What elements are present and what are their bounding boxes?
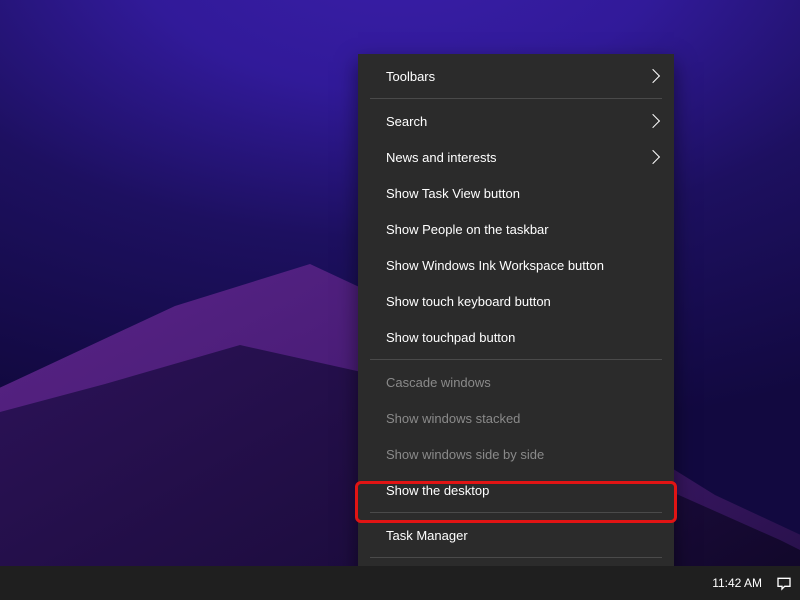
menu-item-label: Show Windows Ink Workspace button	[386, 258, 660, 273]
menu-item-label: Task Manager	[386, 528, 660, 543]
menu-item-label: Cascade windows	[386, 375, 660, 390]
menu-item-show-touch-keyboard[interactable]: Show touch keyboard button	[358, 283, 674, 319]
menu-separator	[370, 557, 662, 558]
taskbar[interactable]: 11:42 AM	[0, 566, 800, 600]
menu-item-show-stacked: Show windows stacked	[358, 400, 674, 436]
menu-item-show-ink-workspace[interactable]: Show Windows Ink Workspace button	[358, 247, 674, 283]
action-center-icon[interactable]	[776, 575, 792, 591]
desktop[interactable]: Toolbars Search News and interests Show …	[0, 0, 800, 600]
chevron-right-icon	[646, 69, 660, 83]
menu-separator	[370, 359, 662, 360]
menu-item-label: Show windows stacked	[386, 411, 660, 426]
menu-item-label: Show Task View button	[386, 186, 660, 201]
menu-item-show-task-view[interactable]: Show Task View button	[358, 175, 674, 211]
menu-item-show-touchpad[interactable]: Show touchpad button	[358, 319, 674, 355]
menu-item-label: Show touch keyboard button	[386, 294, 660, 309]
menu-item-label: Show touchpad button	[386, 330, 660, 345]
menu-item-label: Show the desktop	[386, 483, 660, 498]
menu-item-label: Search	[386, 114, 648, 129]
menu-item-search[interactable]: Search	[358, 103, 674, 139]
menu-item-show-people[interactable]: Show People on the taskbar	[358, 211, 674, 247]
menu-item-side-by-side: Show windows side by side	[358, 436, 674, 472]
menu-item-show-desktop[interactable]: Show the desktop	[358, 472, 674, 508]
menu-item-label: Toolbars	[386, 69, 648, 84]
menu-item-label: Show windows side by side	[386, 447, 660, 462]
menu-item-label: News and interests	[386, 150, 648, 165]
menu-item-label: Show People on the taskbar	[386, 222, 660, 237]
chevron-right-icon	[646, 114, 660, 128]
taskbar-clock[interactable]: 11:42 AM	[712, 576, 762, 590]
taskbar-context-menu: Toolbars Search News and interests Show …	[358, 54, 674, 600]
chevron-right-icon	[646, 150, 660, 164]
menu-separator	[370, 98, 662, 99]
menu-item-cascade-windows: Cascade windows	[358, 364, 674, 400]
menu-item-news-and-interests[interactable]: News and interests	[358, 139, 674, 175]
menu-separator	[370, 512, 662, 513]
menu-item-task-manager[interactable]: Task Manager	[358, 517, 674, 553]
menu-item-toolbars[interactable]: Toolbars	[358, 58, 674, 94]
